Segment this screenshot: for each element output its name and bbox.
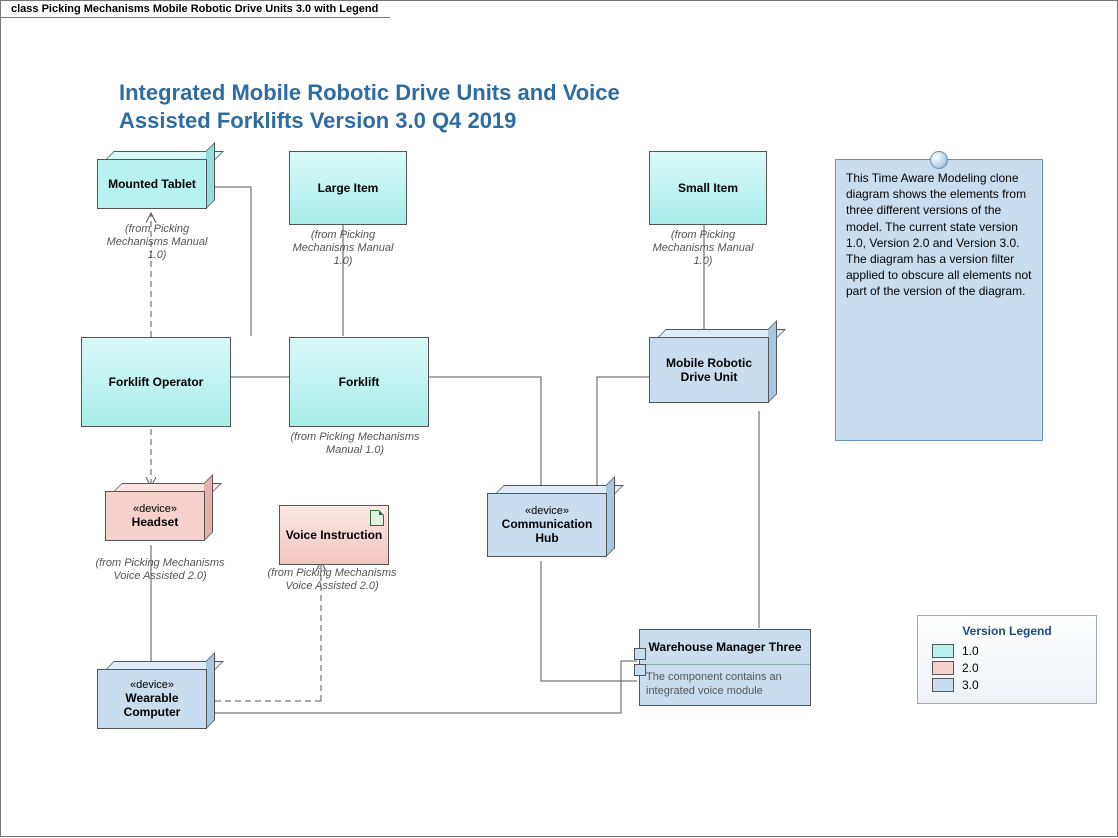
swatch-icon	[932, 644, 954, 658]
stereotype: «device»	[492, 505, 602, 517]
label: Wearable Computer	[102, 691, 202, 719]
legend-label: 1.0	[962, 644, 979, 658]
pin-icon	[930, 151, 948, 169]
version-legend: Version Legend 1.0 2.0 3.0	[917, 615, 1097, 704]
stereotype: «device»	[110, 503, 200, 515]
node-forklift-operator: Forklift Operator	[81, 337, 231, 427]
note-box: This Time Aware Modeling clone diagram s…	[835, 159, 1043, 441]
artifact-icon	[370, 510, 384, 526]
legend-row: 1.0	[932, 644, 1082, 658]
label: Voice Instruction	[284, 528, 384, 542]
caption-large-item: (from Picking Mechanisms Manual 1.0)	[283, 229, 403, 269]
label: Large Item	[294, 181, 402, 195]
node-forklift: Forklift	[289, 337, 429, 427]
swatch-icon	[932, 661, 954, 675]
node-small-item: Small Item	[649, 151, 767, 225]
component-port-icon	[634, 648, 646, 660]
diagram-tab: class Picking Mechanisms Mobile Robotic …	[1, 1, 391, 18]
node-voice-instruction: Voice Instruction	[279, 505, 389, 565]
label: Headset	[110, 515, 200, 529]
component-note: The component contains an integrated voi…	[640, 664, 810, 705]
legend-label: 2.0	[962, 661, 979, 675]
label: Forklift Operator	[86, 375, 226, 389]
caption-forklift: (from Picking Mechanisms Manual 1.0)	[285, 431, 425, 457]
component-port-icon	[634, 664, 646, 676]
node-mounted-tablet: Mounted Tablet	[97, 159, 207, 209]
node-comm-hub: «device» Communication Hub	[487, 493, 607, 557]
label: Forklift	[294, 375, 424, 389]
label: Communication Hub	[492, 517, 602, 545]
diagram-title: Integrated Mobile Robotic Drive Units an…	[119, 79, 679, 134]
node-wearable-computer: «device» Wearable Computer	[97, 669, 207, 729]
caption-mounted-tablet: (from Picking Mechanisms Manual 1.0)	[97, 223, 217, 263]
legend-row: 3.0	[932, 678, 1082, 692]
node-warehouse-manager-three: Warehouse Manager Three The component co…	[639, 629, 811, 706]
legend-title: Version Legend	[932, 624, 1082, 638]
node-mrdu: Mobile Robotic Drive Unit	[649, 337, 769, 403]
label: Small Item	[654, 181, 762, 195]
stereotype: «device»	[102, 679, 202, 691]
node-headset: «device» Headset	[105, 491, 205, 541]
caption-voice-instruction: (from Picking Mechanisms Voice Assisted …	[267, 567, 397, 593]
label: Warehouse Manager Three	[649, 640, 802, 654]
label: Mounted Tablet	[102, 177, 202, 191]
legend-row: 2.0	[932, 661, 1082, 675]
legend-label: 3.0	[962, 678, 979, 692]
swatch-icon	[932, 678, 954, 692]
node-large-item: Large Item	[289, 151, 407, 225]
label: Mobile Robotic Drive Unit	[654, 356, 764, 384]
note-text: This Time Aware Modeling clone diagram s…	[846, 171, 1031, 298]
caption-headset: (from Picking Mechanisms Voice Assisted …	[95, 557, 225, 583]
diagram-canvas: class Picking Mechanisms Mobile Robotic …	[0, 0, 1118, 837]
caption-small-item: (from Picking Mechanisms Manual 1.0)	[643, 229, 763, 269]
